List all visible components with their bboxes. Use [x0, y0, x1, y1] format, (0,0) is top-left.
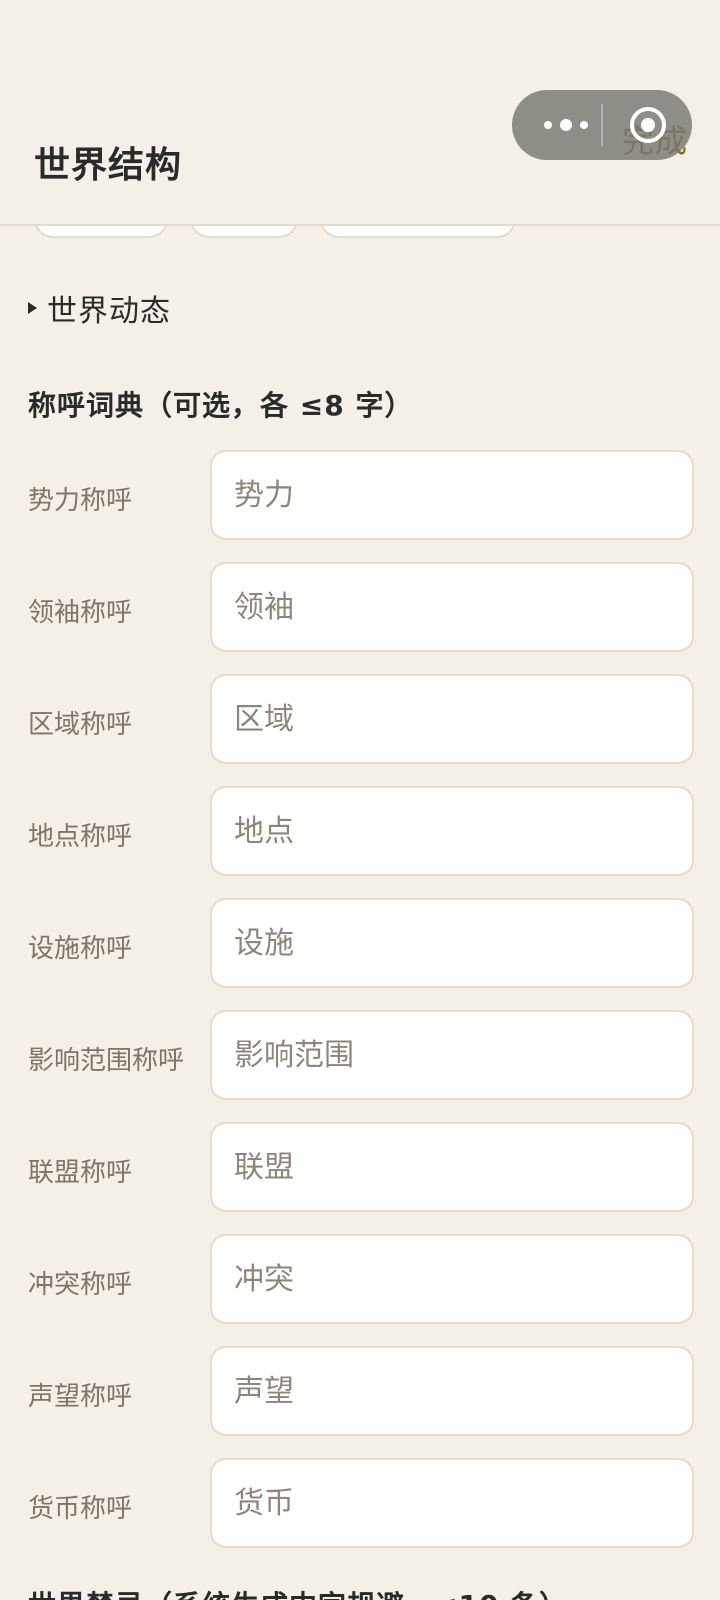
- world-dynamics-label: 世界动态: [47, 294, 171, 329]
- field-label: 势力称呼: [28, 486, 133, 516]
- dictionary-section-title: 称呼词典（可选，各 ≤8 字）: [28, 389, 414, 422]
- location-name-input[interactable]: [210, 786, 694, 876]
- region-name-input[interactable]: [210, 674, 694, 764]
- field-label: 声望称呼: [28, 1382, 133, 1412]
- field-label: 货币称呼: [28, 1494, 133, 1524]
- dictionary-row: 货币称呼: [0, 1458, 720, 1548]
- world-dynamics-toggle[interactable]: 世界动态: [28, 286, 171, 330]
- field-label: 影响范围称呼: [28, 1046, 185, 1076]
- field-label: 地点称呼: [28, 822, 133, 852]
- mini-program-capsule: [512, 90, 692, 160]
- reputation-name-input[interactable]: [210, 1346, 694, 1436]
- top-navigation-bar: 世界结构 完成: [0, 0, 720, 226]
- alliance-name-input[interactable]: [210, 1122, 694, 1212]
- dictionary-row: 影响范围称呼: [0, 1010, 720, 1100]
- dictionary-row: 冲突称呼: [0, 1234, 720, 1324]
- influence-range-name-input[interactable]: [210, 1010, 694, 1100]
- field-label: 设施称呼: [28, 934, 133, 964]
- caret-right-icon: [28, 302, 37, 314]
- field-label: 联盟称呼: [28, 1158, 133, 1188]
- field-label: 区域称呼: [28, 710, 133, 740]
- world-taboo-section-title: 世界禁忌（系统生成中字规避，≤10 条）: [28, 1584, 568, 1600]
- field-label: 冲突称呼: [28, 1270, 133, 1300]
- dictionary-row: 区域称呼: [0, 674, 720, 764]
- page-title: 世界结构: [34, 145, 183, 186]
- field-label: 领袖称呼: [28, 598, 133, 628]
- more-dots-icon[interactable]: [536, 112, 596, 138]
- conflict-name-input[interactable]: [210, 1234, 694, 1324]
- faction-name-input[interactable]: [210, 450, 694, 540]
- dictionary-row: 势力称呼: [0, 450, 720, 540]
- facility-name-input[interactable]: [210, 898, 694, 988]
- dictionary-row: 设施称呼: [0, 898, 720, 988]
- dictionary-row: 地点称呼: [0, 786, 720, 876]
- record-target-icon[interactable]: [628, 105, 668, 145]
- dictionary-row: 声望称呼: [0, 1346, 720, 1436]
- capsule-divider: [601, 104, 603, 146]
- dictionary-row: 联盟称呼: [0, 1122, 720, 1212]
- currency-name-input[interactable]: [210, 1458, 694, 1548]
- dictionary-row: 领袖称呼: [0, 562, 720, 652]
- leader-name-input[interactable]: [210, 562, 694, 652]
